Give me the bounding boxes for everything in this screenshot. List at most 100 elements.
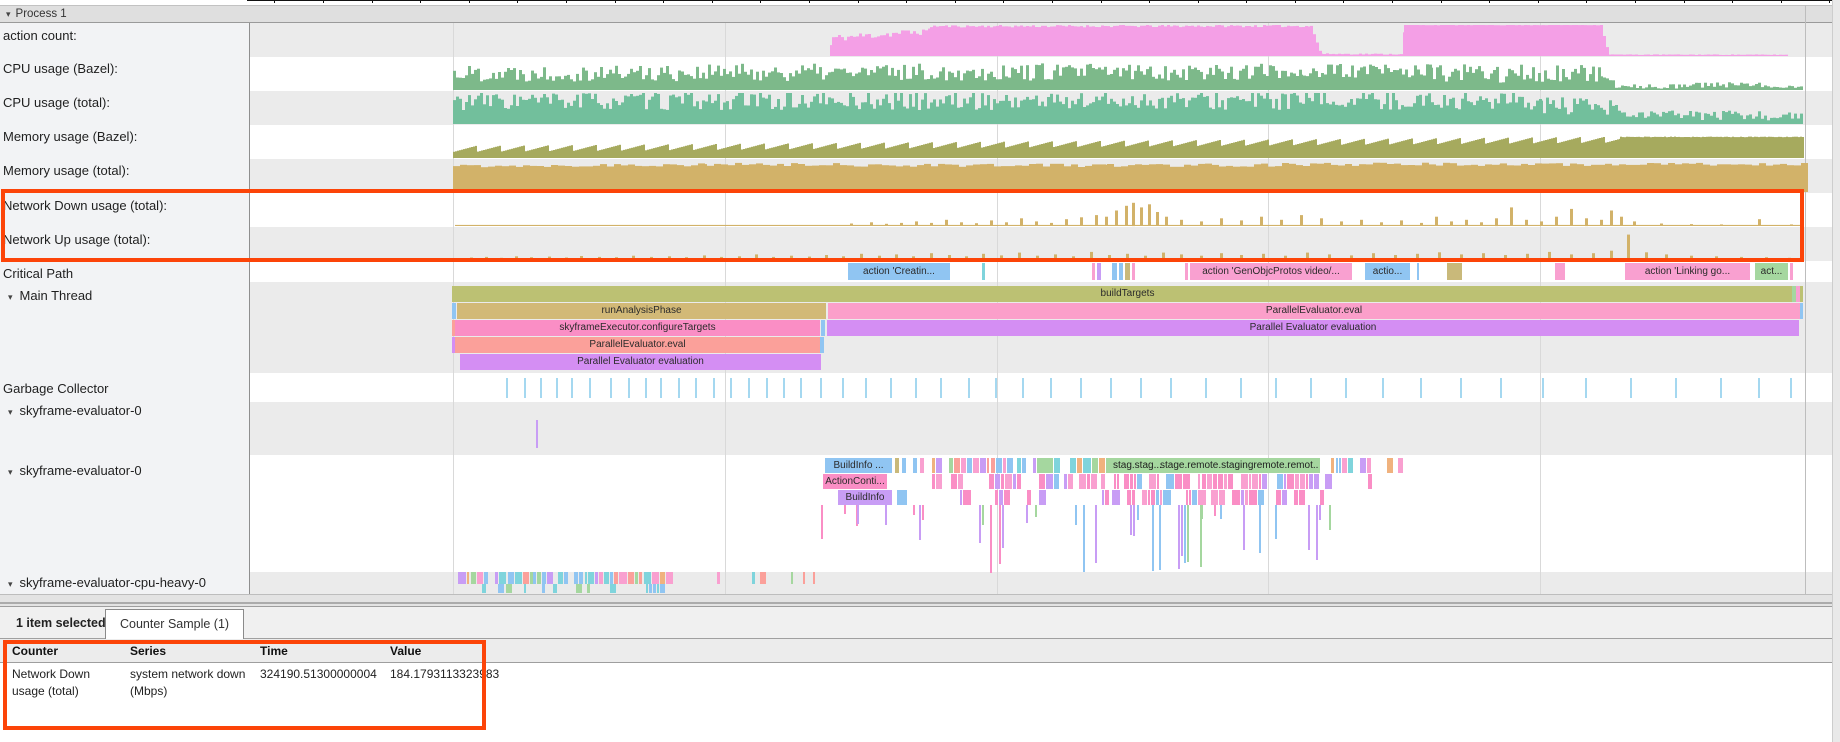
gc-event-tick[interactable] (940, 378, 942, 398)
sidebar-item-critical-path[interactable]: Critical Path (3, 266, 73, 281)
gc-event-tick[interactable] (766, 378, 768, 398)
gc-event-tick[interactable] (1170, 378, 1172, 398)
collapse-arrow-icon[interactable]: ▾ (8, 579, 13, 589)
main-thread-tick[interactable] (1800, 303, 1803, 319)
main-thread-slice[interactable]: Parallel Evaluator evaluation (827, 320, 1799, 336)
gc-event-tick[interactable] (610, 378, 612, 398)
gc-event-tick[interactable] (1460, 378, 1462, 398)
critical-path-tick[interactable] (1112, 263, 1117, 280)
gc-event-tick[interactable] (1675, 378, 1677, 398)
gc-event-tick[interactable] (730, 378, 732, 398)
gc-event-tick[interactable] (1790, 378, 1792, 398)
skyframe-tick[interactable] (1037, 458, 1053, 473)
sidebar-item-memory-usage-bazel[interactable]: Memory usage (Bazel): (3, 129, 137, 144)
col-header-value[interactable]: Value (390, 644, 421, 658)
gc-event-tick[interactable] (645, 378, 647, 398)
critical-path-slice[interactable]: actio... (1365, 263, 1410, 280)
gc-event-tick[interactable] (1630, 378, 1632, 398)
gc-event-tick[interactable] (842, 378, 844, 398)
sidebar-item-cpu-usage-bazel[interactable]: CPU usage (Bazel): (3, 61, 118, 76)
gc-event-tick[interactable] (556, 378, 558, 398)
critical-path-tick[interactable] (1555, 263, 1565, 280)
counter-chart-cpu-bazel[interactable] (250, 57, 1832, 91)
main-thread-tick[interactable] (821, 320, 825, 336)
gc-event-tick[interactable] (890, 378, 892, 398)
gc-event-tick[interactable] (1080, 378, 1082, 398)
critical-path-slice[interactable]: action 'Creatin... (848, 263, 950, 280)
gc-event-tick[interactable] (628, 378, 630, 398)
critical-path-tick[interactable] (1417, 263, 1419, 280)
gc-event-tick[interactable] (1585, 378, 1587, 398)
gc-event-tick[interactable] (713, 378, 715, 398)
gc-event-tick[interactable] (695, 378, 697, 398)
gc-event-tick[interactable] (1022, 378, 1024, 398)
skyframe-tick[interactable] (920, 458, 924, 473)
main-thread-slice[interactable]: ParallelEvaluator.eval (455, 337, 820, 353)
gc-event-tick[interactable] (800, 378, 802, 398)
critical-path-tick[interactable] (1097, 263, 1101, 280)
process-header[interactable]: ▾Process 1 (0, 5, 1840, 23)
vertical-scrollbar[interactable] (1832, 0, 1840, 742)
critical-path-tick[interactable] (1092, 263, 1095, 280)
track-row-stripe[interactable] (250, 373, 1832, 402)
main-thread-slice[interactable]: ParallelEvaluator.eval (828, 303, 1800, 319)
main-thread-tick[interactable] (820, 337, 824, 353)
main-thread-slice[interactable]: skyframeExecutor.configureTargets (455, 320, 820, 336)
gc-event-tick[interactable] (571, 378, 573, 398)
main-thread-tick[interactable] (1796, 286, 1800, 302)
gc-event-tick[interactable] (1275, 378, 1277, 398)
critical-path-tick[interactable] (1125, 263, 1130, 280)
skyframe-collapsed-tick[interactable] (536, 420, 538, 448)
counter-chart-mem-bazel[interactable] (250, 125, 1832, 159)
sidebar-item-action-count[interactable]: action count: (3, 28, 77, 43)
sidebar-item-garbage-collector[interactable]: Garbage Collector (3, 381, 109, 396)
track-row-stripe[interactable] (250, 572, 1832, 594)
main-thread-slice[interactable]: buildTargets (452, 286, 1803, 302)
track-row-stripe[interactable] (250, 261, 1832, 282)
gc-event-tick[interactable] (865, 378, 867, 398)
gc-event-tick[interactable] (1500, 378, 1502, 398)
critical-path-tick[interactable] (1790, 263, 1793, 280)
gc-event-tick[interactable] (1720, 378, 1722, 398)
sidebar-item-skyframe-evaluator-0[interactable]: ▾skyframe-evaluator-0 (8, 403, 142, 418)
collapse-arrow-icon[interactable]: ▾ (8, 292, 13, 302)
collapse-arrow-icon[interactable]: ▾ (8, 467, 13, 477)
gc-event-tick[interactable] (748, 378, 750, 398)
gc-event-tick[interactable] (1382, 378, 1384, 398)
gc-event-tick[interactable] (783, 378, 785, 398)
gc-event-tick[interactable] (1050, 378, 1052, 398)
gc-event-tick[interactable] (1140, 378, 1142, 398)
col-header-time[interactable]: Time (260, 644, 288, 658)
gc-event-tick[interactable] (1542, 378, 1544, 398)
skyframe-tick[interactable] (897, 490, 907, 505)
main-thread-slice[interactable]: Parallel Evaluator evaluation (460, 354, 821, 370)
gc-event-tick[interactable] (1345, 378, 1347, 398)
panel-splitter[interactable] (0, 594, 1840, 607)
skyframe-tick[interactable] (913, 458, 917, 473)
counter-chart-action-count[interactable] (250, 23, 1832, 57)
skyframe-slice[interactable]: ActionConti... (823, 474, 887, 489)
skyframe-tick[interactable] (902, 458, 906, 473)
gc-event-tick[interactable] (678, 378, 680, 398)
critical-path-slice[interactable]: act... (1755, 263, 1788, 280)
col-header-series[interactable]: Series (130, 644, 166, 658)
sidebar-item-memory-usage-total[interactable]: Memory usage (total): (3, 163, 129, 178)
gc-event-tick[interactable] (968, 378, 970, 398)
track-row-stripe[interactable] (250, 402, 1832, 455)
main-thread-tick[interactable] (452, 303, 456, 319)
skyframe-tick[interactable] (895, 458, 899, 473)
gc-event-tick[interactable] (1420, 378, 1422, 398)
sidebar-item-main-thread[interactable]: ▾Main Thread (8, 288, 92, 303)
tab-counter-sample[interactable]: Counter Sample (1) (105, 609, 244, 639)
sidebar-item-cpu-usage-total[interactable]: CPU usage (total): (3, 95, 110, 110)
gc-event-tick[interactable] (1310, 378, 1312, 398)
gc-event-tick[interactable] (540, 378, 542, 398)
sidebar-item-skyframe-evaluator-cpu-heavy-0[interactable]: ▾skyframe-evaluator-cpu-heavy-0 (8, 575, 206, 590)
critical-path-tick[interactable] (1119, 263, 1123, 280)
skyframe-tick[interactable] (1110, 458, 1320, 473)
critical-path-tick[interactable] (982, 263, 985, 280)
critical-path-slice[interactable]: action 'GenObjcProtos video/... (1190, 263, 1352, 280)
sidebar-item-skyframe-evaluator-0[interactable]: ▾skyframe-evaluator-0 (8, 463, 142, 478)
collapse-arrow-icon[interactable]: ▾ (8, 407, 13, 417)
sidebar-item-network-down-usage-total[interactable]: Network Down usage (total): (3, 198, 167, 213)
